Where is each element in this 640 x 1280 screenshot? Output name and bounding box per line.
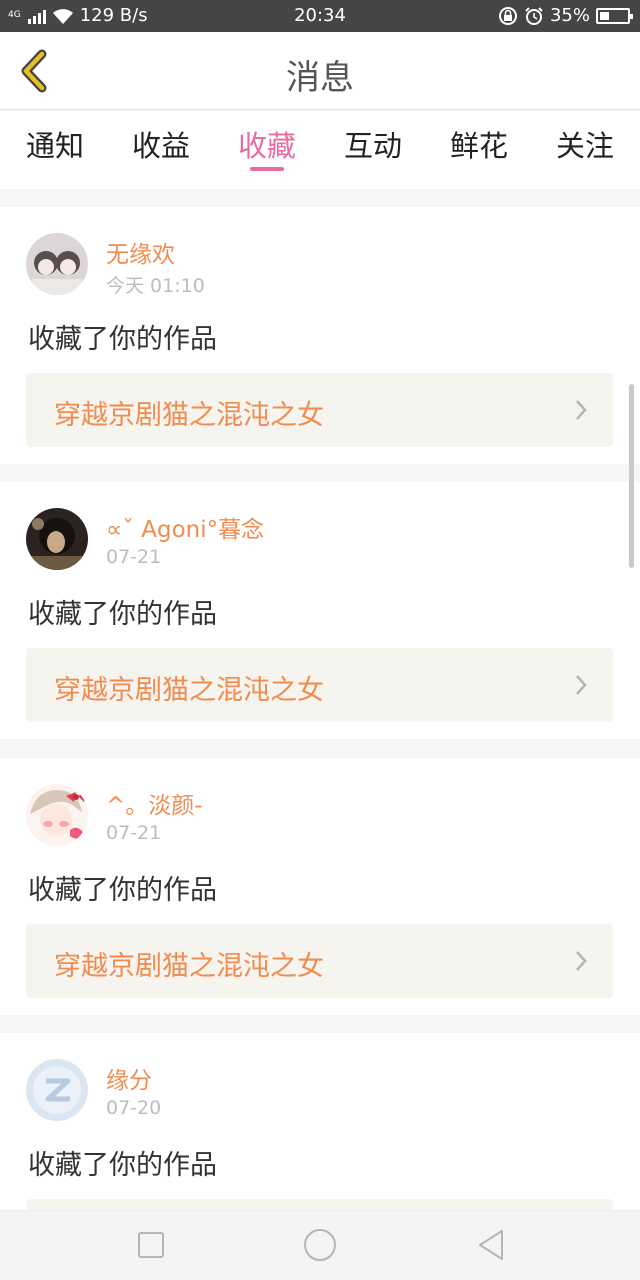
- page-title: 消息: [286, 58, 354, 98]
- tab-flowers[interactable]: 鲜花: [426, 123, 532, 165]
- message-date: 07-20: [106, 1097, 162, 1119]
- work-link[interactable]: 穿越京剧猫之混沌之女: [26, 648, 613, 722]
- avatar[interactable]: [26, 233, 88, 295]
- username[interactable]: ∝ˇ Agoni°暮念: [106, 510, 264, 544]
- message-date: 今天 01:10: [106, 275, 205, 297]
- chevron-right-icon: [576, 951, 587, 971]
- triangle-back-icon[interactable]: [474, 1227, 510, 1263]
- work-link[interactable]: 穿越京剧猫之混沌之女: [26, 373, 613, 447]
- tab-follows[interactable]: 关注: [532, 123, 638, 165]
- avatar[interactable]: [26, 508, 88, 570]
- navigation-bar: [0, 1210, 640, 1280]
- action-text: 收藏了你的作品: [28, 599, 217, 630]
- action-text: 收藏了你的作品: [28, 875, 217, 906]
- work-title: 穿越京剧猫之混沌之女: [54, 951, 324, 982]
- chevron-right-icon: [576, 400, 587, 420]
- circle-icon[interactable]: [302, 1227, 338, 1263]
- active-tab-indicator: [250, 167, 284, 171]
- work-link[interactable]: 穿越京剧猫之混沌之女: [26, 924, 613, 998]
- tab-bar: 通知 收益 收藏 互动 鲜花 关注: [0, 111, 640, 189]
- message-card: ^。淡颜- 07-21 收藏了你的作品 穿越京剧猫之混沌之女: [0, 758, 640, 1015]
- username[interactable]: 无缘欢: [106, 235, 175, 269]
- avatar[interactable]: [26, 1059, 88, 1121]
- message-card: 无缘欢 今天 01:10 收藏了你的作品 穿越京剧猫之混沌之女: [0, 207, 640, 464]
- scrollbar[interactable]: [629, 384, 634, 568]
- message-card: ∝ˇ Agoni°暮念 07-21 收藏了你的作品 穿越京剧猫之混沌之女: [0, 482, 640, 739]
- lock-rotation-icon: [498, 6, 517, 25]
- work-title: 穿越京剧猫之混沌之女: [54, 675, 324, 706]
- battery-percent: 35%: [549, 5, 590, 26]
- square-icon[interactable]: [133, 1227, 169, 1263]
- header: 消息: [0, 32, 640, 110]
- tab-interactions[interactable]: 互动: [320, 123, 426, 165]
- avatar[interactable]: [26, 784, 88, 846]
- username[interactable]: ^。淡颜-: [106, 786, 203, 820]
- chevron-right-icon: [576, 675, 587, 695]
- action-text: 收藏了你的作品: [28, 324, 217, 355]
- tab-notifications[interactable]: 通知: [2, 123, 108, 165]
- work-title: 穿越京剧猫之混沌之女: [54, 400, 324, 431]
- username[interactable]: 缘分: [106, 1061, 152, 1095]
- tab-earnings[interactable]: 收益: [108, 123, 214, 165]
- battery-icon: [596, 7, 633, 24]
- work-link[interactable]: [26, 1199, 613, 1210]
- alarm-icon: [525, 6, 543, 25]
- message-date: 07-21: [106, 822, 162, 844]
- status-bar: 4G 129 B/s 20:34 35%: [0, 0, 640, 32]
- action-text: 收藏了你的作品: [28, 1150, 217, 1181]
- message-date: 07-21: [106, 546, 162, 568]
- message-card: 缘分 07-20 收藏了你的作品: [0, 1033, 640, 1210]
- tab-favorites[interactable]: 收藏: [214, 123, 320, 165]
